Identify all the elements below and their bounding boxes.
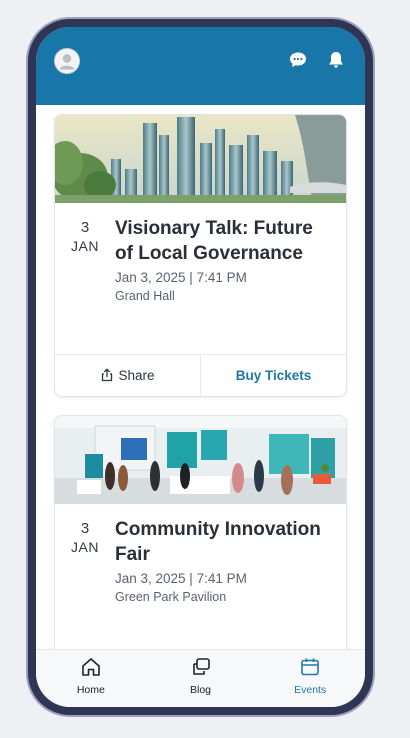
nav-home[interactable]: Home xyxy=(36,650,146,707)
event-title[interactable]: Visionary Talk: Future of Local Governan… xyxy=(115,216,335,266)
event-datetime: Jan 3, 2025 | 7:41 PM xyxy=(115,270,247,285)
user-avatar-icon[interactable] xyxy=(54,48,80,74)
buy-tickets-label: Buy Tickets xyxy=(235,367,312,383)
nav-blog[interactable]: Blog xyxy=(146,650,256,707)
nav-events-label: Events xyxy=(294,684,327,696)
event-month: JAN xyxy=(71,238,99,254)
app-screen: 3 JAN Visionary Talk: Future of Local Go… xyxy=(36,27,365,707)
event-title[interactable]: Community Innovation Fair xyxy=(115,517,335,567)
event-info: Visionary Talk: Future of Local Governan… xyxy=(115,216,335,306)
share-button[interactable]: Share xyxy=(55,355,201,395)
event-date-badge: 3 JAN xyxy=(55,520,115,556)
chat-bubble-icon[interactable] xyxy=(288,50,308,70)
bell-icon[interactable] xyxy=(326,50,346,70)
nav-blog-label: Blog xyxy=(190,684,212,696)
event-card[interactable]: 3 JAN Community Innovation Fair Jan 3, 2… xyxy=(54,415,347,669)
event-day: 3 xyxy=(80,219,90,236)
phone-frame: 3 JAN Visionary Talk: Future of Local Go… xyxy=(28,19,373,715)
event-date-badge: 3 JAN xyxy=(55,219,115,255)
home-icon xyxy=(82,658,100,676)
nav-events[interactable]: Events xyxy=(255,650,365,707)
event-day: 3 xyxy=(80,520,90,537)
events-list: 3 JAN Visionary Talk: Future of Local Go… xyxy=(36,105,365,669)
top-app-bar xyxy=(36,27,365,105)
event-month: JAN xyxy=(71,539,99,555)
event-datetime: Jan 3, 2025 | 7:41 PM xyxy=(115,571,247,586)
expo-booth-image xyxy=(55,416,346,504)
buy-tickets-button[interactable]: Buy Tickets xyxy=(201,355,346,395)
calendar-icon xyxy=(301,658,319,676)
event-info: Community Innovation Fair Jan 3, 2025 | … xyxy=(115,517,335,607)
event-venue: Grand Hall xyxy=(115,289,175,303)
nav-home-label: Home xyxy=(76,684,105,696)
event-card[interactable]: 3 JAN Visionary Talk: Future of Local Go… xyxy=(54,114,347,397)
event-actions: Share Buy Tickets xyxy=(55,354,346,395)
futuristic-city-image xyxy=(55,115,346,203)
blog-icon xyxy=(192,658,210,675)
bottom-navigation: Home Blog Events xyxy=(36,649,365,707)
share-label: Share xyxy=(118,367,155,383)
event-venue: Green Park Pavilion xyxy=(115,590,227,604)
share-icon xyxy=(102,368,113,382)
